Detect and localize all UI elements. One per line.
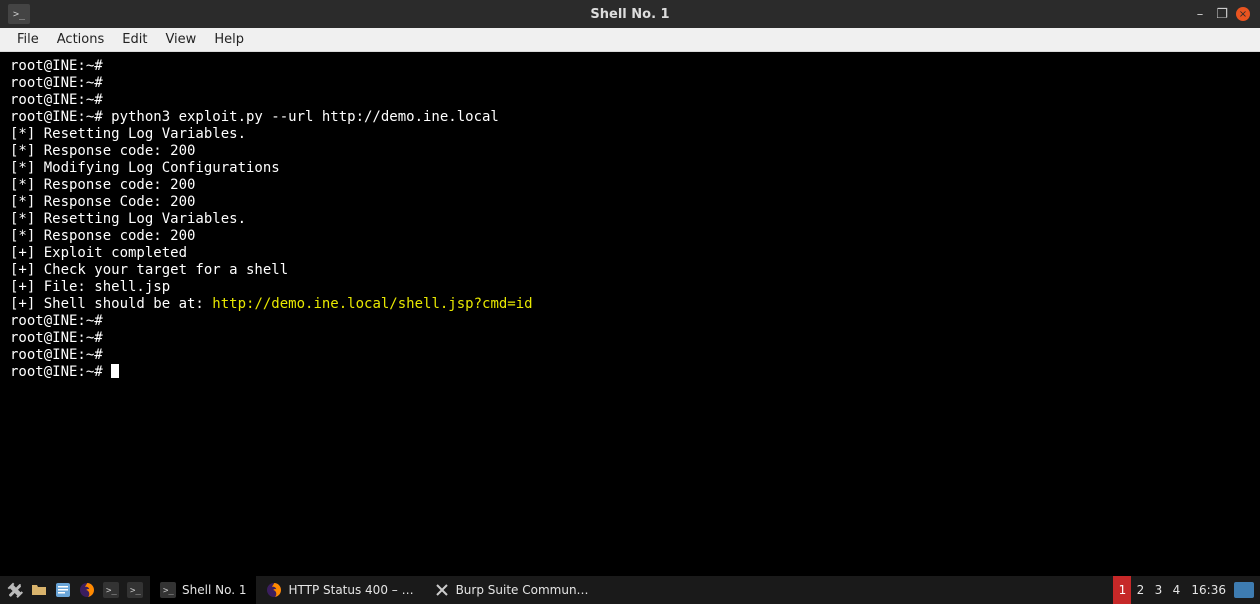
terminal-line: [*] Resetting Log Variables. <box>10 211 1250 228</box>
maximize-button[interactable]: ❐ <box>1214 6 1230 22</box>
notes-icon[interactable] <box>54 581 72 599</box>
terminal-line: root@INE:~# <box>10 313 1250 330</box>
firefox-icon <box>266 582 282 598</box>
terminal-line: [*] Response code: 200 <box>10 143 1250 160</box>
workspace-1[interactable]: 1 <box>1113 576 1131 604</box>
app-icon: >_ <box>8 4 30 24</box>
task-label: HTTP Status 400 – … <box>288 583 413 597</box>
menu-file[interactable]: File <box>8 28 48 51</box>
close-button[interactable]: × <box>1236 7 1250 21</box>
workspace-3[interactable]: 3 <box>1149 576 1167 604</box>
task-shell[interactable]: >_ Shell No. 1 <box>150 576 256 604</box>
menu-view[interactable]: View <box>156 28 205 51</box>
clock: 16:36 <box>1185 583 1232 597</box>
terminal-tray-icon-1[interactable]: >_ <box>102 581 120 599</box>
terminal-line: [*] Response Code: 200 <box>10 194 1250 211</box>
minimize-button[interactable]: – <box>1192 6 1208 22</box>
terminal-line: [*] Response code: 200 <box>10 177 1250 194</box>
burp-icon <box>434 582 450 598</box>
panel-toggle-icon[interactable] <box>1234 582 1254 598</box>
shell-icon: >_ <box>160 582 176 598</box>
files-icon[interactable] <box>30 581 48 599</box>
titlebar: >_ Shell No. 1 – ❐ × <box>0 0 1260 28</box>
task-label: Shell No. 1 <box>182 583 246 597</box>
terminal-tray-icon-2[interactable]: >_ <box>126 581 144 599</box>
highlight-url: http://demo.ine.local/shell.jsp?cmd=id <box>212 296 532 312</box>
svg-text:>_: >_ <box>130 586 141 596</box>
terminal-line: [+] Shell should be at: http://demo.ine.… <box>10 296 1250 313</box>
menu-actions[interactable]: Actions <box>48 28 114 51</box>
task-label: Burp Suite Commun… <box>456 583 589 597</box>
menu-edit[interactable]: Edit <box>113 28 156 51</box>
terminal-line: [+] Check your target for a shell <box>10 262 1250 279</box>
svg-text:>_: >_ <box>163 586 174 596</box>
terminal-line: root@INE:~# <box>10 347 1250 364</box>
task-burp[interactable]: Burp Suite Commun… <box>424 576 599 604</box>
workspace-2[interactable]: 2 <box>1131 576 1149 604</box>
task-firefox[interactable]: HTTP Status 400 – … <box>256 576 423 604</box>
taskbar: >_ >_ >_ Shell No. 1 HTTP Status 400 – … Bu… <box>0 576 1260 604</box>
terminal-line: [+] Exploit completed <box>10 245 1250 262</box>
workspace-4[interactable]: 4 <box>1167 576 1185 604</box>
terminal-line: root@INE:~# <box>10 364 1250 381</box>
svg-text:>_: >_ <box>106 586 117 596</box>
terminal-line: [*] Resetting Log Variables. <box>10 126 1250 143</box>
terminal-line: [*] Modifying Log Configurations <box>10 160 1250 177</box>
terminal-line: [+] File: shell.jsp <box>10 279 1250 296</box>
cursor <box>111 364 119 378</box>
firefox-tray-icon[interactable] <box>78 581 96 599</box>
terminal-line: root@INE:~# <box>10 330 1250 347</box>
menubar: File Actions Edit View Help <box>0 28 1260 52</box>
window-title: Shell No. 1 <box>590 7 669 22</box>
terminal-line: root@INE:~# <box>10 75 1250 92</box>
terminal[interactable]: root@INE:~# root@INE:~# root@INE:~# root… <box>0 52 1260 576</box>
terminal-line: root@INE:~# python3 exploit.py --url htt… <box>10 109 1250 126</box>
menu-help[interactable]: Help <box>205 28 253 51</box>
tool-icon[interactable] <box>6 581 24 599</box>
terminal-line: [*] Response code: 200 <box>10 228 1250 245</box>
terminal-line: root@INE:~# <box>10 58 1250 75</box>
terminal-line: root@INE:~# <box>10 92 1250 109</box>
